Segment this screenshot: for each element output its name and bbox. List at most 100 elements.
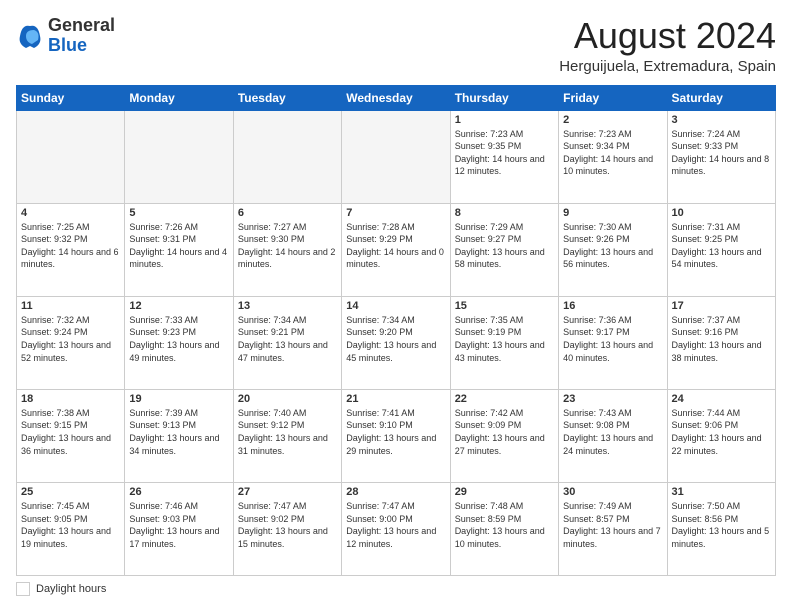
calendar-cell: 12Sunrise: 7:33 AM Sunset: 9:23 PM Dayli… <box>125 296 233 389</box>
col-wednesday: Wednesday <box>342 85 450 110</box>
col-thursday: Thursday <box>450 85 558 110</box>
day-info: Sunrise: 7:23 AM Sunset: 9:35 PM Dayligh… <box>455 128 554 178</box>
day-number: 24 <box>672 393 771 405</box>
day-info: Sunrise: 7:32 AM Sunset: 9:24 PM Dayligh… <box>21 314 120 364</box>
day-info: Sunrise: 7:23 AM Sunset: 9:34 PM Dayligh… <box>563 128 662 178</box>
calendar-cell: 27 Sunrise: 7:47 AM Sunset: 9:02 PM Dayli… <box>233 482 341 575</box>
day-info: Sunrise: 7:38 AM Sunset: 9:15 PM Dayligh… <box>21 407 120 457</box>
day-number: 25 <box>21 486 120 498</box>
day-number: 12 <box>129 300 228 312</box>
col-sunday: Sunday <box>17 85 125 110</box>
title-block: August 2024 Herguijuela, Extremadura, Sp… <box>559 16 776 75</box>
day-number: 14 <box>346 300 445 312</box>
calendar-cell <box>125 110 233 203</box>
calendar-cell: 1 Sunrise: 7:23 AM Sunset: 9:35 PM Daylig… <box>450 110 558 203</box>
day-info: Sunrise: 7:42 AM Sunset: 9:09 PM Dayligh… <box>455 407 554 457</box>
footer-label: Daylight hours <box>36 583 106 595</box>
logo-icon <box>16 22 44 50</box>
day-info: Sunrise: 7:47 AM Sunset: 9:02 PM Dayligh… <box>238 500 337 550</box>
calendar-cell <box>17 110 125 203</box>
col-saturday: Saturday <box>667 85 775 110</box>
day-info: Sunrise: 7:49 AM Sunset: 8:57 PM Dayligh… <box>563 500 662 550</box>
calendar-week-1: 1 Sunrise: 7:23 AM Sunset: 9:35 PM Daylig… <box>17 110 776 203</box>
calendar-week-4: 18 Sunrise: 7:38 AM Sunset: 9:15 PM Dayli… <box>17 389 776 482</box>
page: General Blue August 2024 Herguijuela, Ex… <box>0 0 792 612</box>
col-tuesday: Tuesday <box>233 85 341 110</box>
calendar-cell: 5Sunrise: 7:26 AM Sunset: 9:31 PM Daylig… <box>125 203 233 296</box>
day-number: 4 <box>21 207 120 219</box>
calendar-cell: 15 Sunrise: 7:35 AM Sunset: 9:19 PM Dayli… <box>450 296 558 389</box>
calendar-cell: 30Sunrise: 7:49 AM Sunset: 8:57 PM Dayli… <box>559 482 667 575</box>
calendar-week-3: 11 Sunrise: 7:32 AM Sunset: 9:24 PM Dayli… <box>17 296 776 389</box>
day-number: 11 <box>21 300 120 312</box>
col-friday: Friday <box>559 85 667 110</box>
day-number: 17 <box>672 300 771 312</box>
day-number: 6 <box>238 207 337 219</box>
day-number: 27 <box>238 486 337 498</box>
day-info: Sunrise: 7:27 AM Sunset: 9:30 PM Dayligh… <box>238 221 337 271</box>
day-info: Sunrise: 7:25 AM Sunset: 9:32 PM Dayligh… <box>21 221 120 271</box>
calendar-cell: 21Sunrise: 7:41 AM Sunset: 9:10 PM Dayli… <box>342 389 450 482</box>
calendar-cell: 23Sunrise: 7:43 AM Sunset: 9:08 PM Dayli… <box>559 389 667 482</box>
day-number: 8 <box>455 207 554 219</box>
calendar-cell: 26 Sunrise: 7:46 AM Sunset: 9:03 PM Dayli… <box>125 482 233 575</box>
day-number: 19 <box>129 393 228 405</box>
day-info: Sunrise: 7:40 AM Sunset: 9:12 PM Dayligh… <box>238 407 337 457</box>
day-number: 28 <box>346 486 445 498</box>
calendar-cell: 17 Sunrise: 7:37 AM Sunset: 9:16 PM Dayli… <box>667 296 775 389</box>
day-info: Sunrise: 7:24 AM Sunset: 9:33 PM Dayligh… <box>672 128 771 178</box>
calendar-cell: 7 Sunrise: 7:28 AM Sunset: 9:29 PM Daylig… <box>342 203 450 296</box>
col-monday: Monday <box>125 85 233 110</box>
calendar-table: Sunday Monday Tuesday Wednesday Thursday… <box>16 85 776 576</box>
day-number: 10 <box>672 207 771 219</box>
day-info: Sunrise: 7:50 AM Sunset: 8:56 PM Dayligh… <box>672 500 771 550</box>
calendar-cell: 8 Sunrise: 7:29 AM Sunset: 9:27 PM Daylig… <box>450 203 558 296</box>
day-info: Sunrise: 7:35 AM Sunset: 9:19 PM Dayligh… <box>455 314 554 364</box>
calendar-cell: 29 Sunrise: 7:48 AM Sunset: 8:59 PM Dayli… <box>450 482 558 575</box>
calendar-cell: 19 Sunrise: 7:39 AM Sunset: 9:13 PM Dayli… <box>125 389 233 482</box>
day-number: 26 <box>129 486 228 498</box>
logo-general: General <box>48 16 115 36</box>
logo: General Blue <box>16 16 115 56</box>
day-number: 20 <box>238 393 337 405</box>
day-info: Sunrise: 7:48 AM Sunset: 8:59 PM Dayligh… <box>455 500 554 550</box>
logo-blue: Blue <box>48 36 115 56</box>
calendar-cell: 24 Sunrise: 7:44 AM Sunset: 9:06 PM Dayli… <box>667 389 775 482</box>
calendar-cell: 31Sunrise: 7:50 AM Sunset: 8:56 PM Dayli… <box>667 482 775 575</box>
day-number: 21 <box>346 393 445 405</box>
day-info: Sunrise: 7:37 AM Sunset: 9:16 PM Dayligh… <box>672 314 771 364</box>
location: Herguijuela, Extremadura, Spain <box>559 58 776 75</box>
day-info: Sunrise: 7:46 AM Sunset: 9:03 PM Dayligh… <box>129 500 228 550</box>
day-info: Sunrise: 7:39 AM Sunset: 9:13 PM Dayligh… <box>129 407 228 457</box>
calendar-cell: 6 Sunrise: 7:27 AM Sunset: 9:30 PM Daylig… <box>233 203 341 296</box>
day-number: 7 <box>346 207 445 219</box>
calendar-cell: 25Sunrise: 7:45 AM Sunset: 9:05 PM Dayli… <box>17 482 125 575</box>
day-number: 29 <box>455 486 554 498</box>
day-number: 18 <box>21 393 120 405</box>
calendar-cell: 2Sunrise: 7:23 AM Sunset: 9:34 PM Daylig… <box>559 110 667 203</box>
day-number: 1 <box>455 114 554 126</box>
day-info: Sunrise: 7:44 AM Sunset: 9:06 PM Dayligh… <box>672 407 771 457</box>
day-number: 23 <box>563 393 662 405</box>
calendar-cell <box>342 110 450 203</box>
calendar-cell: 16 Sunrise: 7:36 AM Sunset: 9:17 PM Dayli… <box>559 296 667 389</box>
calendar-cell: 3Sunrise: 7:24 AM Sunset: 9:33 PM Daylig… <box>667 110 775 203</box>
calendar-cell: 13 Sunrise: 7:34 AM Sunset: 9:21 PM Dayli… <box>233 296 341 389</box>
day-number: 5 <box>129 207 228 219</box>
logo-text: General Blue <box>48 16 115 56</box>
day-number: 13 <box>238 300 337 312</box>
day-info: Sunrise: 7:29 AM Sunset: 9:27 PM Dayligh… <box>455 221 554 271</box>
day-number: 16 <box>563 300 662 312</box>
calendar-cell: 20 Sunrise: 7:40 AM Sunset: 9:12 PM Dayli… <box>233 389 341 482</box>
calendar-cell: 22Sunrise: 7:42 AM Sunset: 9:09 PM Dayli… <box>450 389 558 482</box>
calendar-cell: 18 Sunrise: 7:38 AM Sunset: 9:15 PM Dayli… <box>17 389 125 482</box>
day-info: Sunrise: 7:28 AM Sunset: 9:29 PM Dayligh… <box>346 221 445 271</box>
day-number: 9 <box>563 207 662 219</box>
day-info: Sunrise: 7:36 AM Sunset: 9:17 PM Dayligh… <box>563 314 662 364</box>
calendar-cell: 9Sunrise: 7:30 AM Sunset: 9:26 PM Daylig… <box>559 203 667 296</box>
calendar-cell: 10Sunrise: 7:31 AM Sunset: 9:25 PM Dayli… <box>667 203 775 296</box>
calendar-cell <box>233 110 341 203</box>
day-number: 15 <box>455 300 554 312</box>
day-info: Sunrise: 7:34 AM Sunset: 9:20 PM Dayligh… <box>346 314 445 364</box>
day-info: Sunrise: 7:34 AM Sunset: 9:21 PM Dayligh… <box>238 314 337 364</box>
